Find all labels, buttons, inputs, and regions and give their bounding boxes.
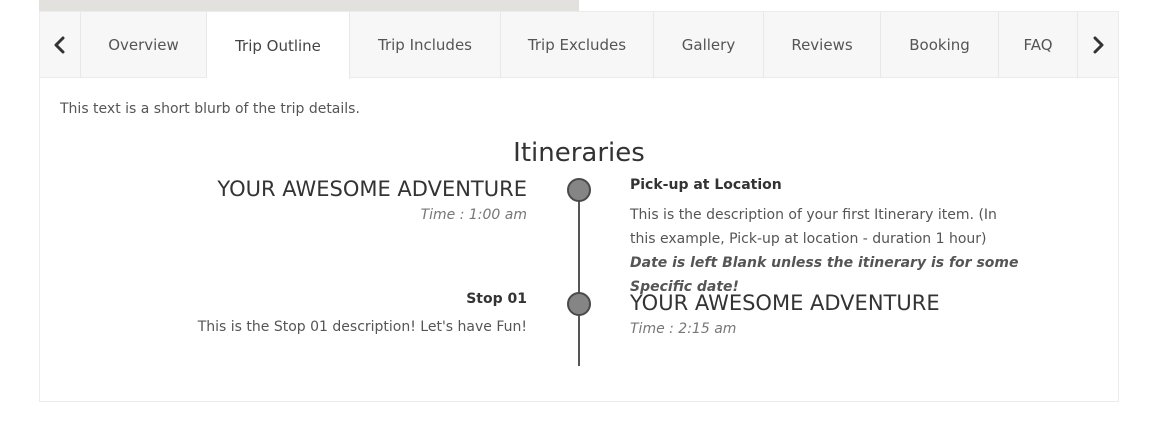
tab-booking[interactable]: Booking	[881, 12, 999, 78]
tab-bar: Overview Trip Outline Trip Includes Trip…	[40, 12, 1118, 79]
trip-image-bottom-edge	[39, 0, 579, 11]
trip-blurb: This text is a short blurb of the trip d…	[60, 101, 360, 117]
itinerary-item-description: This is the Stop 01 description! Let's h…	[197, 319, 527, 335]
itinerary-item-2-heading-block: YOUR AWESOME ADVENTURE Time : 2:15 am	[630, 291, 940, 337]
itinerary-item-title: Stop 01	[466, 291, 527, 307]
itinerary-heading: YOUR AWESOME ADVENTURE	[217, 177, 527, 201]
timeline-dot	[567, 292, 591, 316]
tabs-next-button[interactable]	[1077, 12, 1118, 78]
itinerary-item-1-heading-block: YOUR AWESOME ADVENTURE Time : 1:00 am	[217, 177, 527, 223]
tabs-prev-button[interactable]	[40, 12, 81, 78]
timeline-dot	[567, 178, 591, 202]
chevron-right-icon	[1093, 36, 1104, 54]
tab-reviews[interactable]: Reviews	[764, 12, 881, 78]
itinerary-time: Time : 2:15 am	[630, 321, 737, 337]
itinerary-item-1-detail-block: Pick-up at Location This is the descript…	[630, 177, 1025, 299]
tab-trip-excludes[interactable]: Trip Excludes	[501, 12, 654, 78]
description-emphasis: Date is left Blank unless the itinerary …	[630, 255, 1019, 295]
tab-list: Overview Trip Outline Trip Includes Trip…	[81, 12, 1077, 79]
description-text: This is the description of your first It…	[630, 207, 997, 247]
itineraries-heading: Itineraries	[513, 138, 645, 168]
itinerary-time: Time : 1:00 am	[420, 207, 527, 223]
itinerary-item-title: Pick-up at Location	[630, 177, 782, 193]
itinerary-item-2-detail-block: Stop 01 This is the Stop 01 description!…	[198, 291, 527, 339]
itinerary-heading: YOUR AWESOME ADVENTURE	[630, 291, 940, 315]
tab-overview[interactable]: Overview	[81, 12, 207, 78]
tab-gallery[interactable]: Gallery	[654, 12, 764, 78]
tab-trip-includes[interactable]: Trip Includes	[350, 12, 501, 78]
chevron-left-icon	[54, 36, 65, 54]
tab-faq[interactable]: FAQ	[999, 12, 1077, 78]
trip-tabs-panel: Overview Trip Outline Trip Includes Trip…	[39, 11, 1119, 402]
timeline-line	[578, 188, 580, 366]
tab-trip-outline[interactable]: Trip Outline	[207, 12, 350, 79]
itinerary-item-description: This is the description of your first It…	[630, 203, 1025, 299]
